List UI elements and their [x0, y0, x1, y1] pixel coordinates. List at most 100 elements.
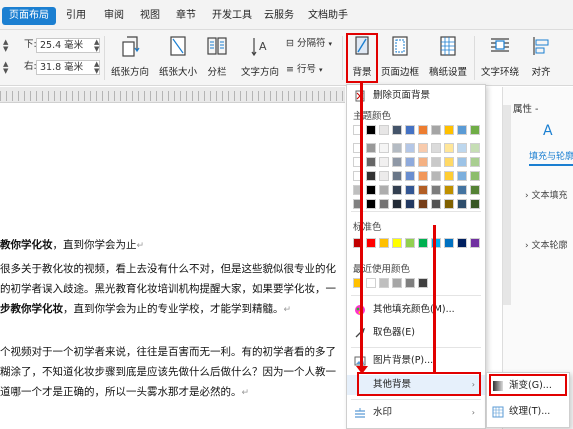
standard-color-swatch[interactable]: [366, 238, 376, 248]
watermark-item[interactable]: 水印 ›: [347, 403, 485, 423]
theme-color-swatch[interactable]: [431, 199, 441, 209]
theme-color-swatch[interactable]: [470, 125, 480, 135]
text-fill-section[interactable]: › 文本填充: [525, 188, 568, 201]
panel-scrollbar[interactable]: [503, 105, 511, 305]
theme-color-swatch[interactable]: [379, 157, 389, 167]
theme-color-swatch[interactable]: [392, 171, 402, 181]
margin-bottom-input[interactable]: 25.4 毫米: [36, 38, 100, 53]
theme-color-swatch[interactable]: [392, 185, 402, 195]
standard-color-swatch[interactable]: [470, 238, 480, 248]
theme-color-swatch[interactable]: [457, 185, 467, 195]
theme-color-swatch[interactable]: [418, 171, 428, 181]
theme-color-swatch[interactable]: [392, 199, 402, 209]
recent-color-swatch[interactable]: [379, 278, 389, 288]
theme-color-swatch[interactable]: [418, 157, 428, 167]
line-number-button[interactable]: ≡ 行号 ▾: [286, 62, 323, 78]
theme-color-swatch[interactable]: [418, 199, 428, 209]
tab-doc-assistant[interactable]: 文档助手: [308, 7, 348, 25]
theme-color-swatch[interactable]: [457, 125, 467, 135]
theme-color-swatch[interactable]: [392, 125, 402, 135]
theme-color-swatch[interactable]: [379, 171, 389, 181]
eyedropper-item[interactable]: 取色器(E): [347, 323, 485, 343]
theme-color-swatch[interactable]: [431, 157, 441, 167]
document-page[interactable]: 教你学化妆，直到你学会为止↵ 很多关于教化妆的视频，看上去没有什么不对，但是这些…: [0, 104, 345, 429]
theme-color-swatch[interactable]: [405, 171, 415, 181]
theme-color-swatch[interactable]: [470, 199, 480, 209]
recent-color-swatch[interactable]: [405, 278, 415, 288]
tab-chapter[interactable]: 章节: [176, 7, 196, 25]
orientation-button[interactable]: 纸张方向: [110, 34, 150, 78]
paper-size-button[interactable]: 纸张大小: [158, 34, 198, 78]
theme-color-swatch[interactable]: [431, 171, 441, 181]
theme-color-swatch[interactable]: [379, 185, 389, 195]
standard-color-swatch[interactable]: [379, 238, 389, 248]
theme-color-swatch[interactable]: [470, 171, 480, 181]
tab-page-layout[interactable]: 页面布局: [2, 7, 56, 25]
theme-color-swatch[interactable]: [444, 171, 454, 181]
separator-button[interactable]: ⊟ 分隔符 ▾: [286, 36, 332, 52]
more-fill-colors-item[interactable]: 其他填充颜色(M)...: [347, 300, 485, 320]
theme-color-swatch[interactable]: [405, 185, 415, 195]
theme-color-swatch[interactable]: [444, 199, 454, 209]
theme-color-swatch[interactable]: [457, 171, 467, 181]
theme-color-swatch[interactable]: [366, 171, 376, 181]
theme-color-swatch[interactable]: [444, 125, 454, 135]
theme-color-swatch[interactable]: [470, 157, 480, 167]
theme-color-swatch[interactable]: [418, 185, 428, 195]
theme-color-swatch[interactable]: [444, 157, 454, 167]
theme-color-swatch[interactable]: [366, 185, 376, 195]
theme-color-swatch[interactable]: [418, 143, 428, 153]
properties-title[interactable]: 属性 -: [513, 101, 538, 115]
standard-color-swatch[interactable]: [444, 238, 454, 248]
margin-bottom-spin-icon[interactable]: ▲ ▼: [94, 39, 99, 53]
tab-fill-outline[interactable]: 填充与轮廓: [529, 149, 573, 162]
theme-color-swatch[interactable]: [431, 143, 441, 153]
text-outline-section[interactable]: › 文本轮廓: [525, 238, 568, 251]
text-style-icon[interactable]: A: [543, 123, 553, 139]
theme-color-swatch[interactable]: [366, 157, 376, 167]
theme-color-swatch[interactable]: [366, 199, 376, 209]
columns-button[interactable]: 分栏: [202, 34, 232, 78]
theme-color-swatch[interactable]: [366, 143, 376, 153]
theme-color-swatch[interactable]: [444, 185, 454, 195]
theme-color-swatch[interactable]: [418, 125, 428, 135]
theme-color-swatch[interactable]: [457, 143, 467, 153]
texture-item[interactable]: 纹理(T)...: [487, 402, 569, 422]
theme-color-swatch[interactable]: [405, 199, 415, 209]
align-button[interactable]: 对齐: [526, 34, 556, 78]
margin-right-input[interactable]: 31.8 毫米: [36, 60, 100, 75]
horizontal-ruler[interactable]: [0, 87, 345, 103]
theme-color-swatch[interactable]: [379, 125, 389, 135]
theme-color-swatch[interactable]: [405, 143, 415, 153]
text-direction-button[interactable]: A 文字方向: [240, 34, 280, 78]
standard-color-swatch[interactable]: [457, 238, 467, 248]
theme-color-swatch[interactable]: [444, 143, 454, 153]
theme-color-swatch[interactable]: [457, 199, 467, 209]
spin-arrows-icon[interactable]: ▲ ▼: [3, 39, 8, 53]
standard-color-swatch[interactable]: [418, 238, 428, 248]
theme-color-swatch[interactable]: [366, 125, 376, 135]
tab-cloud[interactable]: 云服务: [264, 7, 294, 25]
recent-color-swatch[interactable]: [392, 278, 402, 288]
recent-color-swatch[interactable]: [418, 278, 428, 288]
remove-background-item[interactable]: 删除页面背景: [347, 86, 485, 106]
theme-color-swatch[interactable]: [379, 143, 389, 153]
tab-review[interactable]: 审阅: [104, 7, 124, 25]
page-border-button[interactable]: 页面边框: [380, 34, 420, 78]
recent-color-swatch[interactable]: [366, 278, 376, 288]
theme-color-swatch[interactable]: [431, 125, 441, 135]
theme-color-swatch[interactable]: [379, 199, 389, 209]
text-wrap-button[interactable]: 文字环绕: [480, 34, 520, 78]
theme-color-swatch[interactable]: [470, 185, 480, 195]
tab-developer[interactable]: 开发工具: [212, 7, 252, 25]
theme-color-swatch[interactable]: [470, 143, 480, 153]
margin-right-spin-icon[interactable]: ▲ ▼: [94, 61, 99, 75]
paper-setup-button[interactable]: 稿纸设置: [428, 34, 468, 78]
spin-arrows-icon[interactable]: ▲ ▼: [3, 61, 8, 75]
theme-color-swatch[interactable]: [431, 185, 441, 195]
standard-color-swatch[interactable]: [392, 238, 402, 248]
theme-color-swatch[interactable]: [405, 125, 415, 135]
theme-color-swatch[interactable]: [405, 157, 415, 167]
standard-color-swatch[interactable]: [405, 238, 415, 248]
theme-color-swatch[interactable]: [392, 143, 402, 153]
